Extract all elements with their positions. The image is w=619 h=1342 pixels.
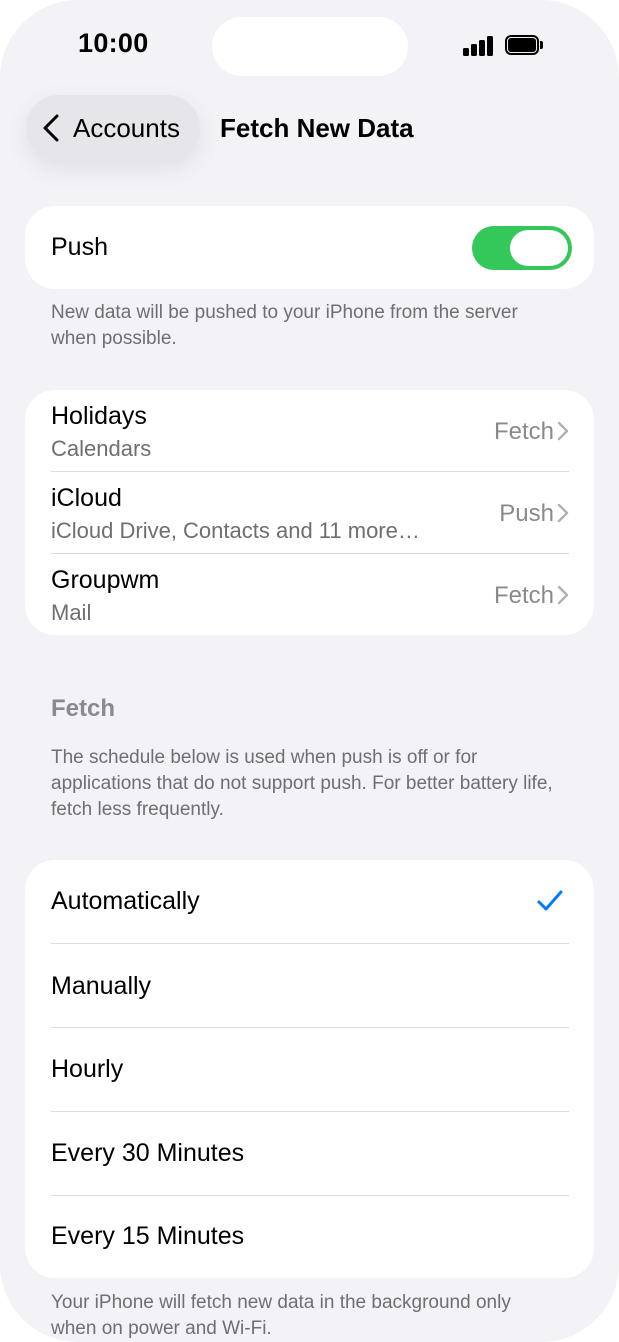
account-row-icloud[interactable]: iCloud iCloud Drive, Contacts and 11 mor… (25, 472, 594, 554)
push-footnote: New data will be pushed to your iPhone f… (51, 302, 518, 349)
push-toggle[interactable] (472, 226, 572, 270)
chevron-right-icon (557, 503, 569, 523)
account-row-holidays[interactable]: Holidays Calendars Fetch (25, 390, 594, 472)
cellular-signal-icon (463, 36, 495, 56)
account-title: Groupwm (51, 566, 160, 594)
account-title: Holidays (51, 402, 147, 430)
schedule-footnote: Your iPhone will fetch new data in the b… (51, 1292, 511, 1339)
schedule-option-automatically[interactable]: Automatically (25, 860, 594, 943)
schedule-option-label: Every 15 Minutes (51, 1222, 245, 1250)
back-button[interactable]: Accounts (26, 95, 200, 161)
account-fetch-mode: Fetch (493, 582, 554, 609)
schedule-option-hourly[interactable]: Hourly (25, 1028, 594, 1111)
fetch-section-header: Fetch (51, 695, 116, 722)
settings-screen: 10:00 Accounts Fetch New Data Push New d… (0, 0, 619, 1342)
accounts-list: Holidays Calendars Fetch iCloud iCloud D… (25, 390, 594, 635)
back-button-label: Accounts (73, 113, 180, 143)
battery-icon (505, 35, 543, 55)
account-subtitle: Mail (51, 600, 92, 625)
schedule-option-label: Manually (51, 972, 152, 1000)
chevron-right-icon (557, 585, 569, 605)
schedule-option-label: Automatically (51, 887, 200, 915)
schedule-option-manually[interactable]: Manually (25, 944, 594, 1027)
chevron-left-icon (43, 114, 59, 142)
schedule-option-every-15-minutes[interactable]: Every 15 Minutes (25, 1196, 594, 1278)
fetch-schedule-list: Automatically Manually Hourly Every 30 M… (25, 860, 594, 1278)
page-title: Fetch New Data (220, 113, 414, 143)
account-row-groupwm[interactable]: Groupwm Mail Fetch (25, 554, 594, 635)
dynamic-island (212, 17, 408, 76)
account-fetch-mode: Fetch (493, 418, 554, 445)
chevron-right-icon (557, 421, 569, 441)
toggle-knob (510, 230, 568, 266)
account-title: iCloud (51, 484, 122, 512)
schedule-option-label: Every 30 Minutes (51, 1139, 245, 1167)
account-subtitle: iCloud Drive, Contacts and 11 more… (51, 518, 420, 543)
schedule-option-every-30-minutes[interactable]: Every 30 Minutes (25, 1112, 594, 1195)
status-time: 10:00 (78, 28, 149, 58)
push-label: Push (51, 233, 108, 261)
schedule-option-label: Hourly (51, 1055, 124, 1083)
checkmark-icon (537, 890, 563, 911)
push-row: Push (25, 206, 594, 289)
fetch-description: The schedule below is used when push is … (51, 747, 553, 820)
account-fetch-mode: Push (499, 500, 554, 527)
account-subtitle: Calendars (51, 436, 152, 461)
